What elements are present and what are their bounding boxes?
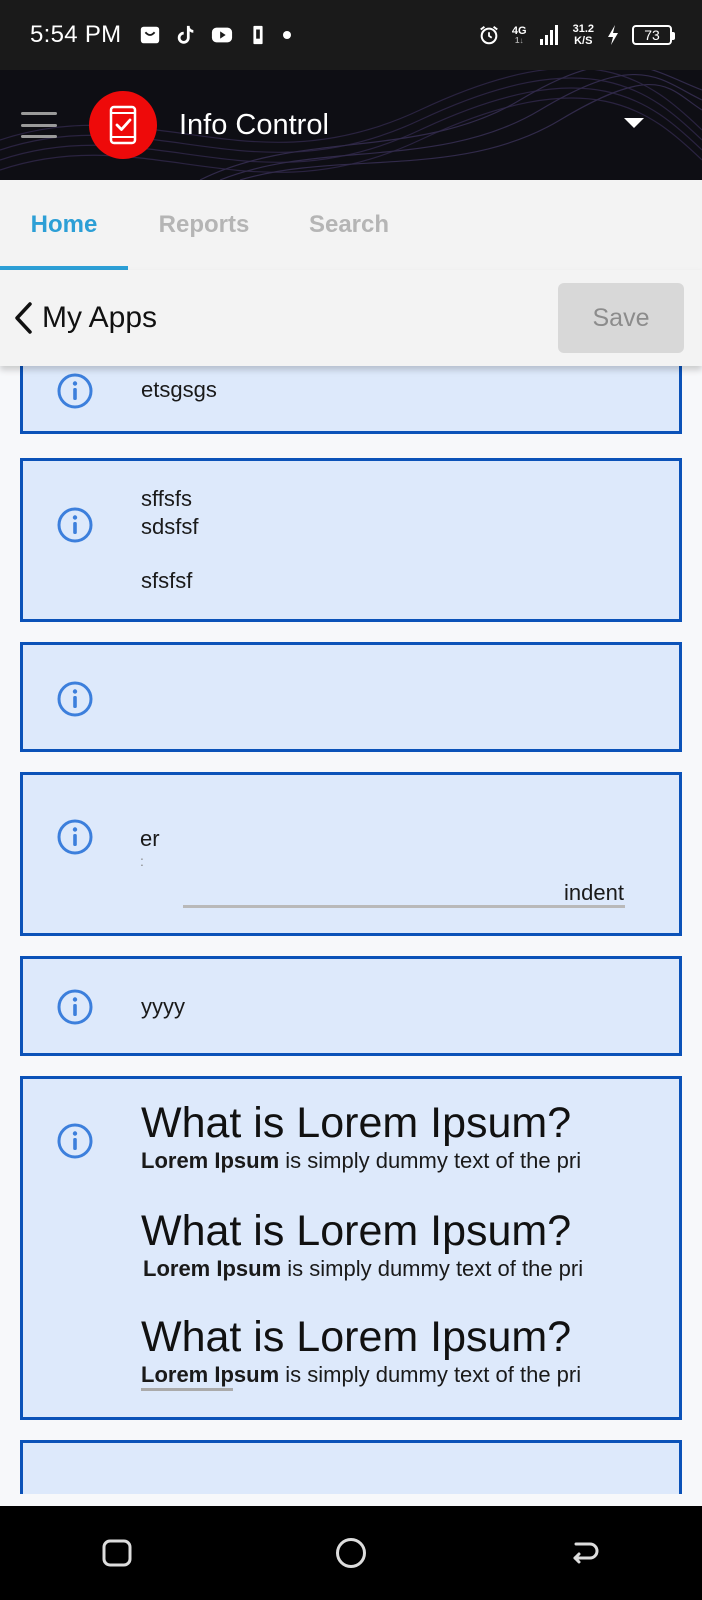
tab-search[interactable]: Search xyxy=(280,180,418,270)
lorem-paragraph: Lorem Ipsum is simply dummy text of the … xyxy=(141,1361,631,1389)
battery-level: 73 xyxy=(644,27,660,43)
info-icon xyxy=(57,1123,93,1159)
card-line: indent xyxy=(564,880,624,905)
tab-reports[interactable]: Reports xyxy=(128,180,280,270)
lorem-paragraph: Lorem Ipsum is simply dummy text of the … xyxy=(141,1255,631,1283)
info-icon xyxy=(57,373,93,409)
app-header: Info Control xyxy=(0,70,702,180)
indent-underline xyxy=(183,905,625,908)
youtube-icon xyxy=(212,27,233,43)
chevron-left-icon xyxy=(15,302,32,334)
lorem-heading: What is Lorem Ipsum? xyxy=(141,1207,572,1255)
save-button[interactable]: Save xyxy=(558,283,684,353)
system-nav-bar xyxy=(0,1506,702,1600)
hamburger-line xyxy=(21,123,57,127)
hamburger-line xyxy=(21,112,57,115)
back-arrow-icon xyxy=(573,1542,599,1564)
lorem-bold: Lorem Ipsum xyxy=(141,1148,280,1173)
lorem-heading: What is Lorem Ipsum? xyxy=(141,1313,572,1361)
info-card[interactable]: etsgsgs xyxy=(20,366,682,434)
screen: 5:54 PM 4G 1↓ 31.2 K/S 73 Info Control H… xyxy=(0,0,702,1600)
battery-icon: 73 xyxy=(632,25,675,45)
charging-icon xyxy=(608,25,618,45)
status-time: 5:54 PM xyxy=(30,21,122,48)
lorem-rest: is simply dummy text of the pri xyxy=(279,1148,582,1173)
info-card[interactable] xyxy=(20,1440,682,1494)
info-icon xyxy=(57,681,93,717)
lorem-block: What is Lorem Ipsum? Lorem Ipsum is simp… xyxy=(141,1313,631,1391)
tab-bar: Home Reports Search xyxy=(0,180,702,270)
network-type: 4G xyxy=(511,24,527,37)
circle-icon xyxy=(336,1538,366,1568)
tab-home[interactable]: Home xyxy=(0,180,128,270)
network-indicator: 4G 1↓ xyxy=(511,24,527,45)
card-text: etsgsgs xyxy=(141,376,217,404)
info-card[interactable]: What is Lorem Ipsum? Lorem Ipsum is simp… xyxy=(20,1076,682,1420)
back-button[interactable]: My Apps xyxy=(12,301,157,335)
nav-row: My Apps Save xyxy=(0,270,702,366)
app-title: Info Control xyxy=(179,108,329,141)
phone-check-icon xyxy=(109,105,137,145)
hamburger-menu-button[interactable] xyxy=(21,112,57,138)
lorem-bold: Lorem Ipsum xyxy=(143,1256,282,1281)
lorem-bold: Lorem Ipsum xyxy=(141,1362,280,1387)
back-label: My Apps xyxy=(42,301,158,334)
alarm-icon xyxy=(480,25,498,45)
card-text: sffsfs sdsfsf sfsfsf xyxy=(141,485,198,595)
info-card[interactable] xyxy=(20,642,682,752)
info-card[interactable]: er : indent xyxy=(20,772,682,936)
card-text: yyyy xyxy=(141,993,185,1021)
card-line: etsgsgs xyxy=(141,377,217,402)
lorem-block: What is Lorem Ipsum? Lorem Ipsum is simp… xyxy=(141,1207,631,1283)
lorem-paragraph: Lorem Ipsum is simply dummy text of the … xyxy=(141,1147,631,1175)
signal-icon xyxy=(539,25,558,45)
info-card[interactable]: yyyy xyxy=(20,956,682,1056)
info-icon xyxy=(57,819,93,855)
lorem-block: What is Lorem Ipsum? Lorem Ipsum is simp… xyxy=(141,1099,631,1175)
lorem-heading: What is Lorem Ipsum? xyxy=(141,1099,572,1147)
card-line: sfsfsf xyxy=(141,568,193,593)
info-icon xyxy=(57,989,93,1025)
square-icon xyxy=(102,1539,132,1567)
card-line: : xyxy=(140,853,144,869)
shopping-bag-icon xyxy=(141,26,160,44)
card-line: sffsfs xyxy=(141,486,192,511)
lorem-underline xyxy=(141,1388,233,1391)
recents-button[interactable] xyxy=(87,1523,147,1583)
card-line: sdsfsf xyxy=(141,514,199,539)
lorem-rest: is simply dummy text of the pri xyxy=(279,1362,582,1387)
app-notification-icon xyxy=(253,25,264,45)
card-line: er xyxy=(140,826,160,851)
lorem-rest: is simply dummy text of the pri xyxy=(281,1256,584,1281)
net-speed: 31.2 K/S xyxy=(573,23,594,47)
back-system-button[interactable] xyxy=(555,1523,615,1583)
content-scroll-area[interactable]: etsgsgs sffsfs sdsfsf sfsfsf er : indent xyxy=(0,366,702,1494)
network-sub: 1↓ xyxy=(515,35,524,45)
caret-down-icon[interactable] xyxy=(624,118,644,128)
net-speed-unit: K/S xyxy=(574,35,593,47)
home-button[interactable] xyxy=(321,1523,381,1583)
card-line: yyyy xyxy=(141,994,185,1019)
hamburger-line xyxy=(21,135,57,138)
status-right-icons: 4G 1↓ 31.2 K/S 73 xyxy=(478,23,675,47)
card-line xyxy=(141,541,198,567)
info-card[interactable]: sffsfs sdsfsf sfsfsf xyxy=(20,458,682,622)
more-notifications-dot xyxy=(283,31,292,39)
info-icon xyxy=(57,507,93,543)
status-bar: 5:54 PM 4G 1↓ 31.2 K/S 73 xyxy=(0,0,702,70)
tiktok-icon xyxy=(178,25,194,44)
app-logo xyxy=(89,91,157,159)
notification-icons xyxy=(139,24,292,46)
net-speed-value: 31.2 xyxy=(572,23,594,35)
